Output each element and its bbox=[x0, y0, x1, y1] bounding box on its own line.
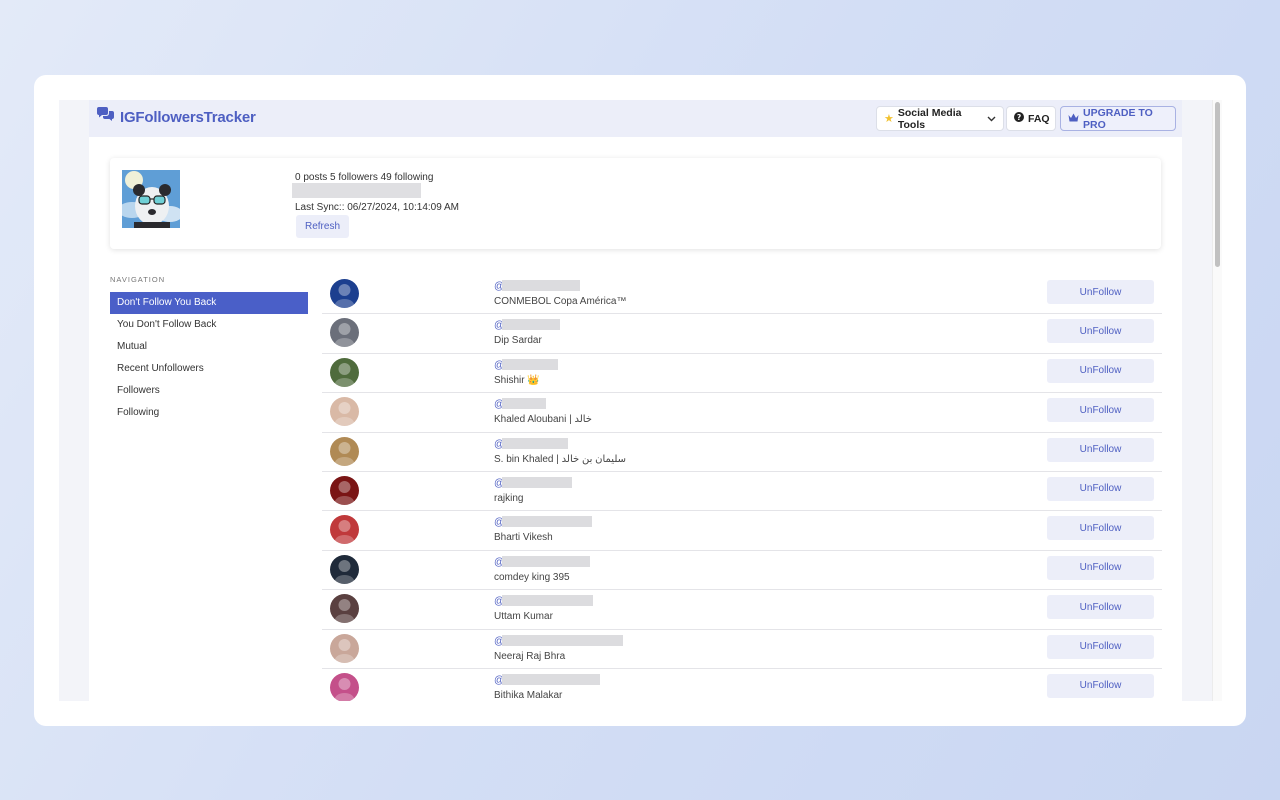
user-display-name: Neeraj Raj Bhra bbox=[494, 651, 565, 662]
user-avatar[interactable] bbox=[330, 358, 359, 387]
user-display-name: Shishir 👑 bbox=[494, 375, 540, 386]
user-row: @Dip SardarUnFollow bbox=[322, 314, 1162, 353]
nav-item-recent-unfollowers[interactable]: Recent Unfollowers bbox=[110, 358, 308, 380]
user-avatar[interactable] bbox=[330, 634, 359, 663]
star-icon: ★ bbox=[884, 112, 894, 125]
redacted-handle bbox=[502, 635, 623, 646]
user-row: @Bharti VikeshUnFollow bbox=[322, 511, 1162, 550]
profile-stats: 0 posts 5 followers 49 following bbox=[295, 172, 433, 183]
user-list: @CONMEBOL Copa América™UnFollow@Dip Sard… bbox=[322, 275, 1162, 701]
nav-item-mutual[interactable]: Mutual bbox=[110, 336, 308, 358]
user-row: @rajkingUnFollow bbox=[322, 472, 1162, 511]
app-viewport: IGFollowersTracker ★ Social Media Tools … bbox=[59, 100, 1221, 701]
user-row: @Shishir 👑UnFollow bbox=[322, 354, 1162, 393]
scrollbar[interactable] bbox=[1212, 100, 1222, 701]
user-row: @Bithika MalakarUnFollow bbox=[322, 669, 1162, 701]
redacted-handle bbox=[502, 556, 590, 567]
pro-label: UPGRADE TO PRO bbox=[1083, 107, 1168, 131]
user-row: @CONMEBOL Copa América™UnFollow bbox=[322, 275, 1162, 314]
unfollow-button[interactable]: UnFollow bbox=[1047, 398, 1154, 422]
top-navbar: IGFollowersTracker ★ Social Media Tools … bbox=[89, 100, 1182, 137]
user-display-name: S. bin Khaled | سليمان بن خالد bbox=[494, 454, 626, 465]
social-media-tools-dropdown[interactable]: ★ Social Media Tools bbox=[876, 106, 1004, 131]
unfollow-button[interactable]: UnFollow bbox=[1047, 516, 1154, 540]
redacted-handle bbox=[502, 280, 580, 291]
unfollow-button[interactable]: UnFollow bbox=[1047, 556, 1154, 580]
user-avatar[interactable] bbox=[330, 673, 359, 701]
logo[interactable]: IGFollowersTracker bbox=[96, 107, 256, 127]
nav-item-you-don-t-follow-back[interactable]: You Don't Follow Back bbox=[110, 314, 308, 336]
main-content: 0 posts 5 followers 49 following Last Sy… bbox=[89, 137, 1182, 701]
unfollow-button[interactable]: UnFollow bbox=[1047, 319, 1154, 343]
user-row: @S. bin Khaled | سليمان بن خالدUnFollow bbox=[322, 433, 1162, 472]
faq-button[interactable]: ? FAQ bbox=[1006, 106, 1056, 131]
user-row: @Khaled Aloubani | خالدUnFollow bbox=[322, 393, 1162, 432]
profile-card: 0 posts 5 followers 49 following Last Sy… bbox=[110, 158, 1161, 249]
unfollow-button[interactable]: UnFollow bbox=[1047, 359, 1154, 383]
refresh-button[interactable]: Refresh bbox=[296, 215, 349, 238]
redacted-handle bbox=[502, 516, 592, 527]
user-avatar[interactable] bbox=[330, 397, 359, 426]
user-display-name: Dip Sardar bbox=[494, 335, 542, 346]
unfollow-button[interactable]: UnFollow bbox=[1047, 438, 1154, 462]
redacted-handle bbox=[502, 477, 572, 488]
last-sync-text: Last Sync:: 06/27/2024, 10:14:09 AM bbox=[295, 202, 459, 213]
user-display-name: Khaled Aloubani | خالد bbox=[494, 414, 592, 425]
user-row: @Neeraj Raj BhraUnFollow bbox=[322, 630, 1162, 669]
user-display-name: rajking bbox=[494, 493, 523, 504]
user-avatar[interactable] bbox=[330, 476, 359, 505]
user-row: @comdey king 395UnFollow bbox=[322, 551, 1162, 590]
redacted-handle bbox=[502, 438, 568, 449]
user-avatar[interactable] bbox=[330, 594, 359, 623]
user-display-name: Bharti Vikesh bbox=[494, 532, 553, 543]
unfollow-button[interactable]: UnFollow bbox=[1047, 280, 1154, 304]
user-display-name: comdey king 395 bbox=[494, 572, 570, 583]
navigation-heading: NAVIGATION bbox=[110, 275, 165, 284]
profile-picture bbox=[122, 170, 180, 228]
user-avatar[interactable] bbox=[330, 318, 359, 347]
crown-icon bbox=[1068, 113, 1079, 125]
user-display-name: Uttam Kumar bbox=[494, 611, 553, 622]
user-avatar[interactable] bbox=[330, 279, 359, 308]
user-avatar[interactable] bbox=[330, 515, 359, 544]
unfollow-button[interactable]: UnFollow bbox=[1047, 477, 1154, 501]
nav-item-don-t-follow-you-back[interactable]: Don't Follow You Back bbox=[110, 292, 308, 314]
question-icon: ? bbox=[1014, 112, 1024, 125]
navigation-list: Don't Follow You BackYou Don't Follow Ba… bbox=[110, 292, 308, 424]
tools-label: Social Media Tools bbox=[898, 107, 980, 131]
scrollbar-thumb[interactable] bbox=[1215, 102, 1220, 267]
user-avatar[interactable] bbox=[330, 555, 359, 584]
faq-label: FAQ bbox=[1028, 113, 1050, 125]
svg-text:?: ? bbox=[1017, 113, 1021, 122]
logo-text: IGFollowersTracker bbox=[120, 109, 256, 126]
app-card: IGFollowersTracker ★ Social Media Tools … bbox=[34, 75, 1246, 726]
user-display-name: Bithika Malakar bbox=[494, 690, 562, 701]
user-row: @Uttam KumarUnFollow bbox=[322, 590, 1162, 629]
unfollow-button[interactable]: UnFollow bbox=[1047, 674, 1154, 698]
redacted-handle bbox=[502, 595, 593, 606]
redacted-handle bbox=[502, 319, 560, 330]
redacted-handle bbox=[502, 674, 600, 685]
chevron-down-icon bbox=[987, 113, 996, 125]
unfollow-button[interactable]: UnFollow bbox=[1047, 595, 1154, 619]
nav-item-followers[interactable]: Followers bbox=[110, 380, 308, 402]
redacted-handle bbox=[502, 398, 546, 409]
user-display-name: CONMEBOL Copa América™ bbox=[494, 296, 626, 307]
redacted-handle bbox=[502, 359, 558, 370]
unfollow-button[interactable]: UnFollow bbox=[1047, 635, 1154, 659]
upgrade-to-pro-button[interactable]: UPGRADE TO PRO bbox=[1060, 106, 1176, 131]
redacted-username bbox=[292, 183, 421, 198]
user-avatar[interactable] bbox=[330, 437, 359, 466]
nav-item-following[interactable]: Following bbox=[110, 402, 308, 424]
chat-bubbles-icon bbox=[96, 107, 115, 127]
